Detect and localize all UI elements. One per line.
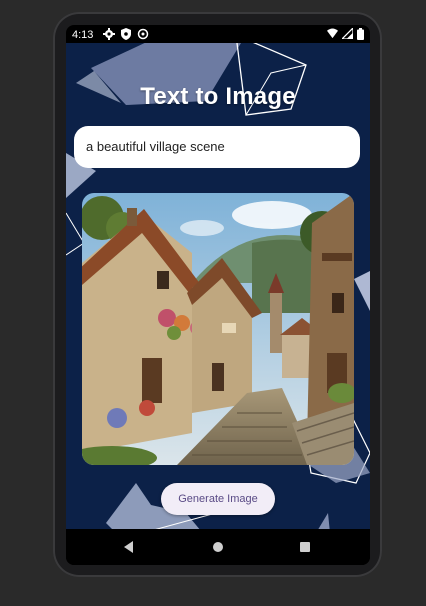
signal-icon	[342, 28, 353, 39]
generate-image-button[interactable]: Generate Image	[161, 483, 275, 515]
gear-icon	[103, 28, 115, 40]
navigation-bar	[66, 529, 370, 565]
generated-image	[82, 193, 354, 465]
sync-icon	[137, 28, 149, 40]
wifi-icon	[327, 28, 338, 39]
home-icon[interactable]	[212, 541, 224, 553]
battery-icon	[357, 28, 364, 40]
device-screen: 4:13 Text to Image a beautiful village s…	[66, 25, 370, 565]
status-bar: 4:13	[66, 25, 370, 45]
recents-icon[interactable]	[299, 541, 311, 553]
shield-icon	[121, 28, 131, 40]
prompt-input[interactable]: a beautiful village scene	[74, 126, 360, 168]
page-title: Text to Image	[140, 83, 296, 110]
back-icon[interactable]	[123, 541, 135, 553]
status-time: 4:13	[72, 29, 94, 41]
app-container: Text to Image a beautiful village scene	[66, 43, 370, 529]
